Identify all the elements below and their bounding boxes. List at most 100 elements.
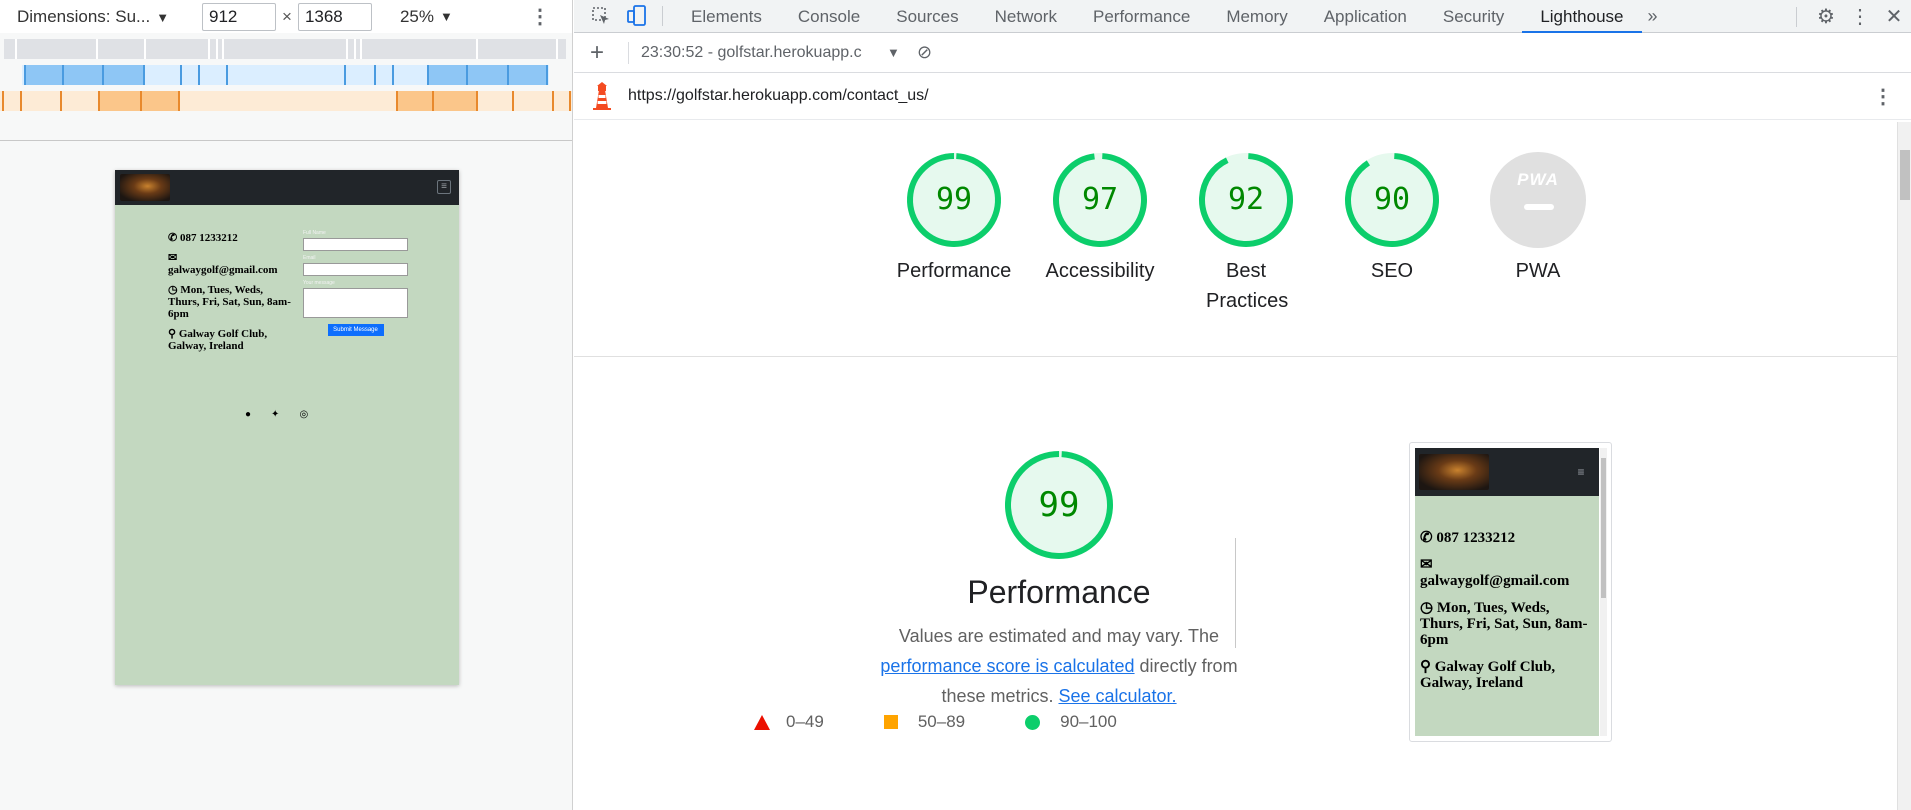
report-scrollbar[interactable] (1897, 122, 1911, 810)
phone-text: 087 1233212 (1436, 530, 1516, 546)
report-scroll-thumb[interactable] (1900, 150, 1910, 200)
facebook-icon[interactable]: ● (245, 409, 251, 420)
settings-gear-icon[interactable]: ⚙ (1809, 4, 1843, 29)
inspect-element-icon[interactable] (588, 3, 614, 29)
gauge-accessibility[interactable]: 97 Accessibility (1027, 152, 1173, 316)
emulated-device-viewport[interactable]: ≡ ✆ 087 1233212 ✉ galwaygolf@gmail.com ◷ … (115, 170, 459, 685)
hours-line: ◷ Mon, Tues, Weds, Thurs, Fri, Sat, Sun,… (1420, 600, 1595, 648)
name-field[interactable] (303, 238, 408, 251)
email-line: ✉ galwaygolf@gmail.com (1420, 557, 1595, 589)
mq-tick (344, 65, 346, 85)
tab-memory[interactable]: Memory (1208, 0, 1305, 33)
screenshot-page: ≡ ✆ 087 1233212 ✉ galwaygolf@gmail.com ◷ … (1415, 448, 1599, 736)
media-query-bar[interactable] (0, 91, 572, 111)
more-tabs-icon[interactable]: » (1648, 6, 1658, 27)
site-logo[interactable] (120, 174, 170, 201)
gauge-pwa[interactable]: PWA PWA (1465, 152, 1611, 316)
device-emulation-pane: Dimensions: Su... ▼ × 25% ▼ ⋮ (0, 0, 573, 810)
gauge-seo[interactable]: 90 SEO (1319, 152, 1465, 316)
email-line: ✉ galwaygolf@gmail.com (168, 252, 293, 276)
mq-divider (360, 39, 362, 59)
gauge-score: 97 (1081, 182, 1119, 217)
media-query-bar[interactable] (24, 65, 144, 85)
performance-description: Values are estimated and may vary. The p… (879, 621, 1239, 711)
toolbar-separator (628, 41, 629, 64)
lighthouse-logo-icon (593, 82, 611, 110)
submit-message-button[interactable]: Submit Message (327, 324, 384, 336)
width-input[interactable] (202, 2, 276, 31)
tab-console[interactable]: Console (780, 0, 878, 33)
device-toolbar-icon[interactable] (624, 3, 650, 29)
performance-score-link[interactable]: performance score is calculated (880, 656, 1134, 676)
new-report-icon[interactable]: + (590, 39, 610, 67)
mq-tick (226, 65, 228, 85)
email-text: galwaygolf@gmail.com (1420, 573, 1570, 589)
tab-elements[interactable]: Elements (673, 0, 780, 33)
description-prefix: Values are estimated and may vary. The (898, 626, 1220, 646)
clear-all-icon[interactable]: ⊘ (917, 42, 932, 63)
media-query-row-orange (0, 89, 572, 111)
mq-divider (354, 39, 356, 59)
report-menu-icon[interactable]: ⋮ (1873, 84, 1893, 109)
performance-big-score: 99 (1038, 485, 1080, 525)
more-options-icon[interactable]: ⋮ (530, 4, 550, 29)
mq-divider (556, 39, 558, 59)
phone-text: 087 1233212 (179, 232, 238, 244)
customize-menu-icon[interactable]: ⋮ (1843, 4, 1877, 29)
caret-down-icon: ▼ (156, 9, 170, 25)
hamburger-icon[interactable]: ≡ (437, 180, 451, 194)
tab-lighthouse[interactable]: Lighthouse (1522, 0, 1642, 33)
tab-performance[interactable]: Performance (1075, 0, 1208, 33)
gauge-label: Accessibility (1045, 260, 1155, 282)
media-query-bar[interactable] (396, 91, 476, 111)
legend-pass-label: 90–100 (1060, 712, 1117, 731)
envelope-icon: ✉ (168, 252, 178, 264)
gauge-best-practices[interactable]: 92 Best Practices (1173, 152, 1319, 316)
mq-divider (476, 39, 478, 59)
message-field[interactable] (303, 288, 408, 318)
report-selector[interactable]: 23:30:52 - golfstar.herokuapp.c ▼ (641, 44, 901, 62)
times-sign: × (282, 6, 292, 26)
email-field[interactable] (303, 263, 408, 276)
tab-network[interactable]: Network (977, 0, 1075, 33)
phone-icon: ✆ (168, 232, 180, 244)
mq-tick (569, 91, 571, 111)
tab-sources[interactable]: Sources (878, 0, 976, 33)
height-input[interactable] (297, 2, 372, 31)
dimensions-label: Dimensions: Su... (17, 6, 151, 26)
screenshot-navbar: ≡ (1415, 448, 1599, 496)
email-label: Email (303, 255, 316, 261)
gauge-label: SEO (1370, 260, 1414, 282)
zoom-dropdown[interactable]: 25% ▼ (400, 7, 453, 27)
device-toolbar: Dimensions: Su... ▼ × 25% ▼ ⋮ (0, 0, 572, 33)
mq-tick (198, 65, 200, 85)
final-screenshot[interactable]: ≡ ✆ 087 1233212 ✉ galwaygolf@gmail.com ◷ … (1409, 442, 1612, 742)
gauge-ring-box: 99 (906, 152, 1002, 248)
media-query-row-gray (0, 37, 572, 59)
twitter-icon[interactable]: ✦ (271, 409, 279, 420)
mq-tick (432, 91, 434, 111)
hamburger-icon: ≡ (1577, 465, 1585, 479)
devtools-window: Dimensions: Su... ▼ × 25% ▼ ⋮ (0, 0, 1911, 810)
media-query-bar[interactable] (98, 91, 178, 111)
clock-icon: ◷ (1420, 600, 1437, 616)
clock-icon: ◷ (168, 284, 181, 296)
dimensions-dropdown[interactable]: Dimensions: Su... ▼ (17, 7, 177, 27)
media-query-bar[interactable] (427, 65, 547, 85)
media-query-bar[interactable] (4, 39, 566, 59)
close-icon[interactable]: ✕ (1877, 4, 1911, 29)
site-navbar: ≡ (115, 170, 459, 205)
mq-tick (178, 91, 180, 111)
media-query-bars (0, 37, 572, 115)
lighthouse-url-bar: https://golfstar.herokuapp.com/contact_u… (574, 73, 1911, 120)
lighthouse-toolbar: + 23:30:52 - golfstar.herokuapp.c ▼ ⊘ (574, 33, 1911, 73)
zoom-label: 25% (399, 6, 434, 26)
see-calculator-link[interactable]: See calculator. (1058, 686, 1176, 706)
location-line: ⚲ Galway Golf Club, Galway, Ireland (168, 328, 293, 352)
tab-security[interactable]: Security (1425, 0, 1522, 33)
mq-tick (507, 65, 509, 85)
gauge-performance[interactable]: 99 Performance (881, 152, 1027, 316)
tab-application[interactable]: Application (1306, 0, 1425, 33)
instagram-icon[interactable]: ◎ (299, 409, 308, 420)
phone-line: ✆ 087 1233212 (1420, 530, 1595, 546)
